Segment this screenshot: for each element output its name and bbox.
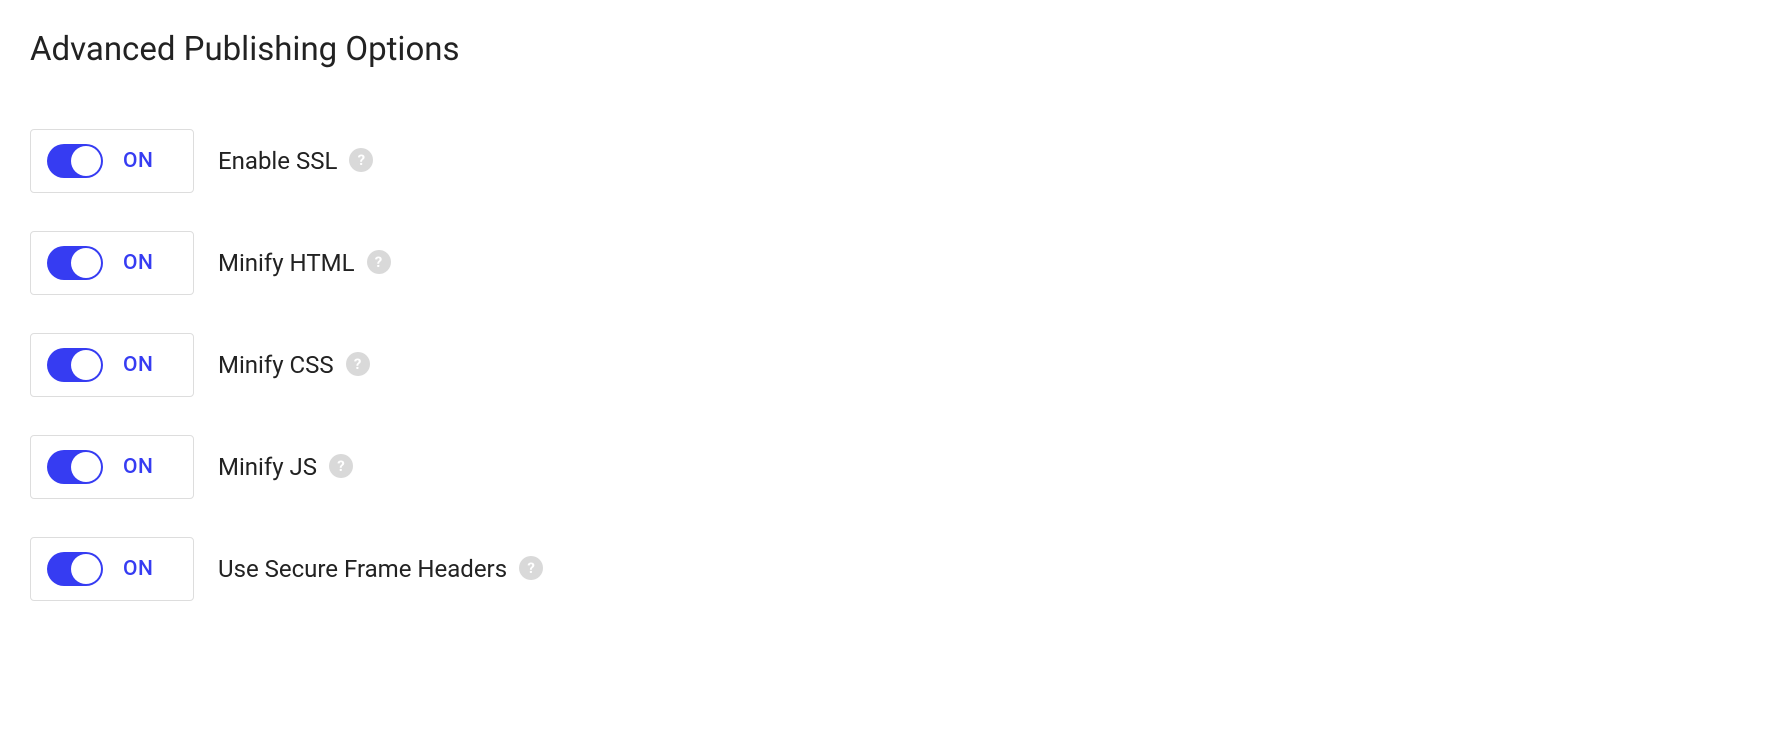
option-label-minify-js: Minify JS [218,453,317,481]
option-row-enable-ssl: ON Enable SSL ? [30,129,1740,193]
help-icon[interactable]: ? [349,148,373,172]
toggle-knob-icon [71,554,101,584]
toggle-minify-html[interactable]: ON [30,231,194,295]
option-row-minify-css: ON Minify CSS ? [30,333,1740,397]
help-icon[interactable]: ? [519,556,543,580]
toggle-switch-icon [47,348,103,382]
option-row-secure-frame-headers: ON Use Secure Frame Headers ? [30,537,1740,601]
toggle-switch-icon [47,450,103,484]
toggle-minify-css[interactable]: ON [30,333,194,397]
toggle-state-label: ON [123,353,153,377]
section-title: Advanced Publishing Options [30,30,1740,69]
toggle-switch-icon [47,144,103,178]
toggle-switch-icon [47,552,103,586]
toggle-state-label: ON [123,557,153,581]
toggle-knob-icon [71,350,101,380]
help-icon[interactable]: ? [346,352,370,376]
help-icon[interactable]: ? [329,454,353,478]
option-row-minify-js: ON Minify JS ? [30,435,1740,499]
toggle-knob-icon [71,452,101,482]
help-icon[interactable]: ? [367,250,391,274]
option-label-minify-css: Minify CSS [218,351,334,379]
option-label-minify-html: Minify HTML [218,249,355,277]
option-label-enable-ssl: Enable SSL [218,147,337,175]
toggle-knob-icon [71,146,101,176]
option-row-minify-html: ON Minify HTML ? [30,231,1740,295]
toggle-state-label: ON [123,149,153,173]
toggle-minify-js[interactable]: ON [30,435,194,499]
toggle-secure-frame-headers[interactable]: ON [30,537,194,601]
toggle-enable-ssl[interactable]: ON [30,129,194,193]
toggle-state-label: ON [123,455,153,479]
toggle-state-label: ON [123,251,153,275]
toggle-switch-icon [47,246,103,280]
toggle-knob-icon [71,248,101,278]
option-label-secure-frame-headers: Use Secure Frame Headers [218,555,507,583]
